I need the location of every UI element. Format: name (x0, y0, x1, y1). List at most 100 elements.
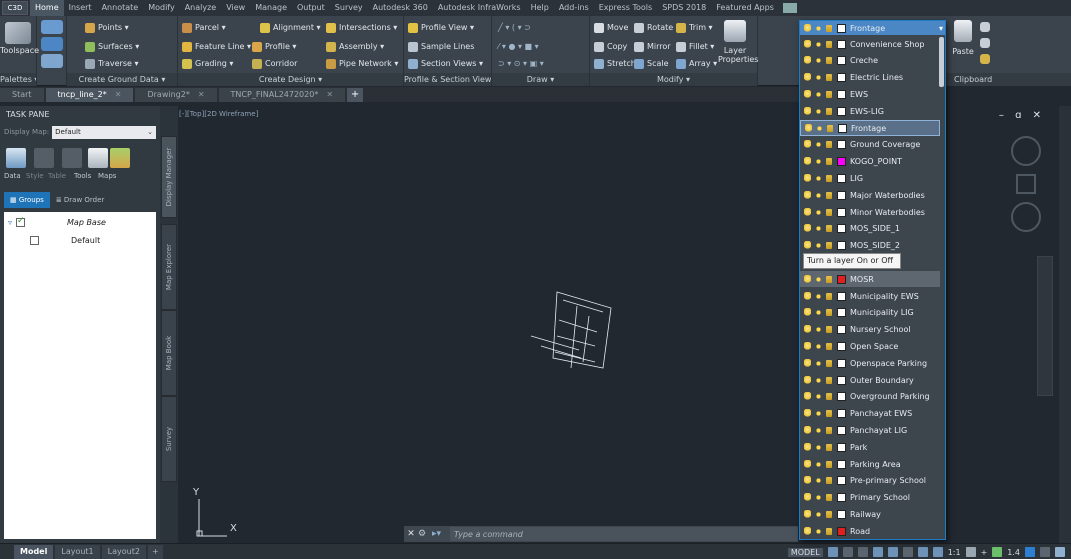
layer-row[interactable]: Panchayat EWS (800, 406, 940, 422)
draw-title[interactable]: Draw ▾ (492, 73, 589, 86)
layer-properties-icon[interactable] (724, 20, 746, 42)
layer-thaw-icon[interactable] (815, 392, 822, 402)
wrench-icon[interactable]: ⚙ (418, 529, 432, 539)
layer-thaw-icon[interactable] (815, 375, 822, 385)
viewcube-ring-icon[interactable] (1011, 202, 1041, 232)
rotate-button[interactable]: Rotate (634, 21, 673, 34)
data-icon[interactable] (6, 148, 26, 168)
layer-on-icon[interactable] (804, 341, 811, 351)
layer-on-icon[interactable] (804, 140, 811, 150)
customization-icon[interactable] (1055, 547, 1065, 557)
isolate-icon[interactable] (992, 547, 1003, 557)
layer-on-icon[interactable] (804, 425, 811, 435)
ribbon-tab-analyze[interactable]: Analyze (180, 0, 222, 16)
layer-lock-icon[interactable] (826, 477, 832, 485)
layer-row[interactable]: Openspace Parking (800, 355, 940, 371)
layer-color-swatch[interactable] (837, 207, 846, 217)
tab-display-manager[interactable]: Display Manager (161, 136, 177, 218)
pipe-network-button[interactable]: Pipe Network ▾ (326, 57, 398, 70)
layer-on-icon[interactable] (804, 56, 811, 66)
sample-lines-button[interactable]: Sample Lines (408, 40, 474, 53)
application-menu-button[interactable]: C3D (2, 1, 28, 15)
layer-lock-icon[interactable] (826, 208, 832, 216)
layer-lock-icon[interactable] (826, 527, 832, 535)
tab-draw-order[interactable]: ≣ Draw Order (50, 192, 111, 208)
layer-on-icon[interactable] (804, 241, 811, 251)
layer-color-swatch[interactable] (837, 409, 846, 419)
fullscreen-icon[interactable] (1040, 547, 1050, 557)
layer-thaw-icon[interactable] (815, 89, 822, 99)
viewcube-compass-icon[interactable] (1011, 136, 1041, 166)
hardware-acceleration-icon[interactable] (1025, 547, 1035, 557)
scale-button[interactable]: Scale (634, 57, 669, 70)
command-input[interactable] (450, 527, 798, 541)
modify-title[interactable]: Modify ▾ (590, 73, 757, 86)
layer-lock-icon[interactable] (826, 494, 832, 502)
paste-icon[interactable] (954, 20, 972, 42)
style-icon[interactable] (34, 148, 54, 168)
layer-color-swatch[interactable] (837, 106, 846, 116)
tab-survey[interactable]: Survey (161, 396, 177, 482)
layer-color-swatch[interactable] (837, 308, 846, 318)
alignment-button[interactable]: Alignment ▾ (260, 21, 321, 34)
layer-row[interactable]: Nursery School (800, 322, 940, 338)
ortho-icon[interactable] (857, 547, 868, 557)
viewcube-face-icon[interactable] (1016, 174, 1036, 194)
match-icon[interactable] (980, 54, 990, 64)
ribbon-tab-add-ins[interactable]: Add-ins (554, 0, 594, 16)
layer-thaw-icon[interactable] (815, 173, 822, 183)
tab-groups[interactable]: ▦ Groups (4, 192, 50, 208)
layer-color-swatch[interactable] (837, 224, 846, 234)
display-map-select[interactable]: Default ⌄ (52, 125, 156, 139)
layer-row[interactable]: MOSR (800, 271, 940, 288)
layer-row[interactable]: Convenience Shop (800, 36, 940, 52)
layer-color-swatch[interactable] (837, 526, 846, 536)
layer-color-swatch[interactable] (837, 73, 846, 83)
layer-thaw-icon[interactable] (815, 493, 822, 503)
clipboard-title[interactable]: Clipboard (946, 73, 1071, 86)
layer-row[interactable]: Pre-primary School (800, 473, 940, 489)
ribbon-tab-survey[interactable]: Survey (330, 0, 368, 16)
layer-on-icon[interactable] (804, 442, 811, 452)
ribbon-tab-autodesk-infraworks[interactable]: Autodesk InfraWorks (433, 0, 526, 16)
layer-on-icon[interactable] (804, 190, 811, 200)
tab-map-book[interactable]: Map Book (161, 310, 177, 396)
layer-lock-icon[interactable] (826, 443, 832, 451)
layer-row[interactable]: MOS_SIDE_2 (800, 238, 940, 254)
ribbon-tab-manage[interactable]: Manage (250, 0, 292, 16)
layer-on-icon[interactable] (804, 459, 811, 469)
layer-on-icon[interactable] (804, 274, 811, 284)
tab-map-explorer[interactable]: Map Explorer (161, 224, 177, 310)
layer-lock-icon[interactable] (826, 174, 832, 182)
layer-thaw-icon[interactable] (815, 190, 822, 200)
layer-thaw-icon[interactable] (815, 459, 822, 469)
layer-color-swatch[interactable] (837, 241, 846, 251)
document-tab[interactable]: TNCP_FINAL2472020* ✕ (218, 88, 346, 102)
layer-on-icon[interactable] (804, 358, 811, 368)
layer-lock-icon[interactable] (826, 359, 832, 367)
layer-row[interactable]: Road (800, 523, 940, 539)
layer-color-swatch[interactable] (837, 157, 846, 167)
layer-row[interactable]: EWS (800, 86, 940, 102)
layout-tab[interactable]: Model (14, 544, 54, 559)
intersections-button[interactable]: Intersections ▾ (326, 21, 397, 34)
layer-on-icon[interactable] (804, 224, 811, 234)
layer-row[interactable]: Frontage (800, 120, 940, 136)
layer-on-icon[interactable] (804, 476, 811, 486)
layer-on-icon[interactable] (804, 409, 811, 419)
layer-thaw-icon[interactable] (815, 341, 822, 351)
layer-color-swatch[interactable] (837, 392, 846, 402)
layer-lock-icon[interactable] (826, 426, 832, 434)
trim-button[interactable]: Trim ▾ (676, 21, 713, 34)
layer-on-icon[interactable] (804, 89, 811, 99)
polar-icon[interactable] (872, 547, 883, 557)
layer-lock-icon[interactable] (826, 410, 832, 418)
layer-lock-icon[interactable] (826, 292, 832, 300)
profile-view-button[interactable]: Profile View ▾ (408, 21, 474, 34)
layer-on-icon[interactable] (804, 493, 811, 503)
ribbon-tab-express-tools[interactable]: Express Tools (594, 0, 658, 16)
ribbon-tab-autodesk-360[interactable]: Autodesk 360 (368, 0, 433, 16)
layer-row[interactable]: EWS-LIG (800, 103, 940, 119)
ribbon-tab-featured-apps[interactable]: Featured Apps (711, 0, 779, 16)
layer-row[interactable]: Park (800, 439, 940, 455)
